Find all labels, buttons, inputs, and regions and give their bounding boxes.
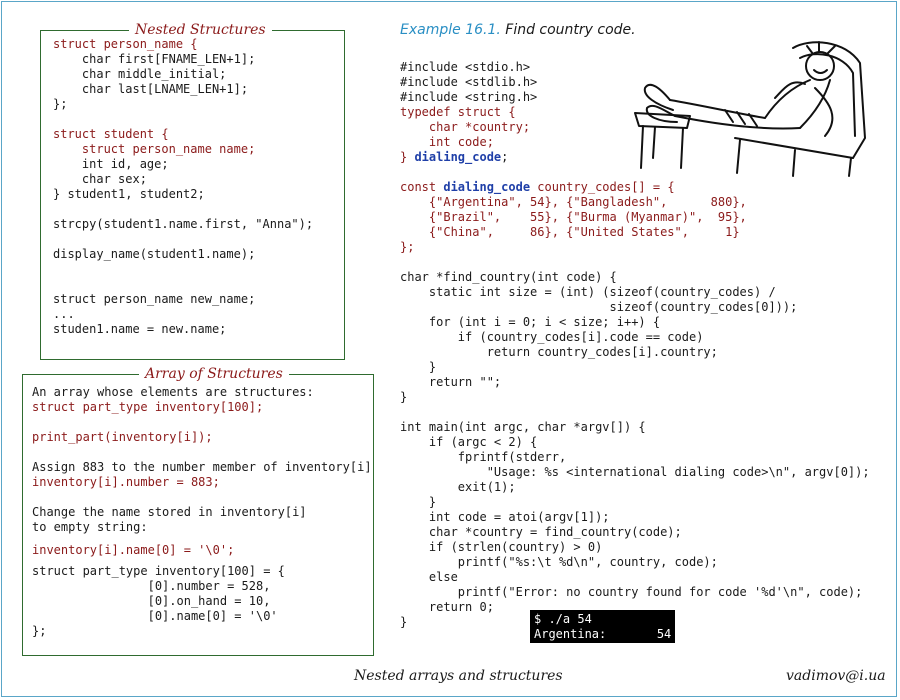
code-line: display_name(student1.name); bbox=[53, 247, 256, 261]
code-line: fprintf(stderr, bbox=[400, 450, 567, 464]
code-line: #include <string.h> bbox=[400, 90, 538, 104]
code-line: exit(1); bbox=[400, 480, 516, 494]
code-line: int main(int argc, char *argv[]) { bbox=[400, 420, 646, 434]
code-line: int code; bbox=[400, 135, 494, 149]
terminal-command: $ ./a 54 bbox=[534, 612, 592, 626]
code-line: char last[LNAME_LEN+1]; bbox=[53, 82, 249, 96]
footer-title: Nested arrays and structures bbox=[354, 668, 563, 684]
code-line: ... bbox=[53, 307, 75, 321]
code-line: printf("Error: no country found for code… bbox=[400, 585, 863, 599]
code-line: } dialing_code; bbox=[400, 150, 509, 164]
code-line: Change the name stored in inventory[i] bbox=[32, 505, 307, 519]
footer-author: vadimov@i.ua bbox=[786, 668, 886, 684]
code-line: Assign 883 to the number member of inven… bbox=[32, 460, 372, 474]
example-code-listing: #include <stdio.h> #include <stdlib.h> #in… bbox=[400, 60, 870, 630]
array-structures-title: Array of Structures bbox=[139, 366, 289, 382]
code-line: print_part(inventory[i]); bbox=[32, 430, 213, 444]
code-line: char *country = find_country(code); bbox=[400, 525, 682, 539]
code-line: studen1.name = new.name; bbox=[53, 322, 227, 336]
code-line: sizeof(country_codes[0])); bbox=[400, 300, 798, 314]
nested-structures-code: struct person_name { char first[FNAME_LE… bbox=[53, 37, 313, 337]
code-line: {"China", 86}, {"United States", 1} bbox=[400, 225, 740, 239]
code-line: } bbox=[400, 360, 437, 374]
code-line: }; bbox=[53, 97, 68, 111]
nested-structures-title: Nested Structures bbox=[129, 22, 272, 38]
code-line: }; bbox=[32, 624, 47, 638]
code-line: [0].on_hand = 10, bbox=[32, 594, 271, 608]
code-line: char first[FNAME_LEN+1]; bbox=[53, 52, 256, 66]
terminal-output: $ ./a 54 Argentina: 54 bbox=[530, 610, 675, 643]
code-line: inventory[i].name[0] = '\0'; bbox=[32, 543, 235, 557]
code-line: int id, age; bbox=[53, 157, 169, 171]
code-line: return country_codes[i].country; bbox=[400, 345, 718, 359]
code-line: const dialing_code country_codes[] = { bbox=[400, 180, 675, 194]
code-line: char sex; bbox=[53, 172, 147, 186]
example-heading: Example 16.1. Find country code. bbox=[400, 22, 636, 38]
nested-structures-box: Nested Structures struct person_name { c… bbox=[40, 22, 345, 360]
example-number: Example 16.1. bbox=[400, 22, 501, 38]
array-structures-box: Array of Structures An array whose eleme… bbox=[22, 366, 374, 656]
code-line: char *find_country(int code) { bbox=[400, 270, 617, 284]
code-line: struct person_name new_name; bbox=[53, 292, 256, 306]
code-line: #include <stdlib.h> bbox=[400, 75, 538, 89]
code-line: struct part_type inventory[100] = { bbox=[32, 564, 285, 578]
code-line: struct person_name { bbox=[53, 37, 198, 51]
code-line: "Usage: %s <international dialing code>\… bbox=[400, 465, 870, 479]
array-structures-code: An array whose elements are structures: s… bbox=[32, 385, 372, 639]
code-line: for (int i = 0; i < size; i++) { bbox=[400, 315, 661, 329]
terminal-result: Argentina: 54 bbox=[534, 627, 672, 641]
code-line: if (strlen(country) > 0) bbox=[400, 540, 603, 554]
code-line: An array whose elements are structures: bbox=[32, 385, 314, 399]
code-line: else bbox=[400, 570, 458, 584]
code-line: char *country; bbox=[400, 120, 531, 134]
code-line: if (argc < 2) { bbox=[400, 435, 538, 449]
code-line: } bbox=[400, 390, 408, 404]
code-line: }; bbox=[400, 240, 415, 254]
code-line: strcpy(student1.name.first, "Anna"); bbox=[53, 217, 314, 231]
code-line: {"Brazil", 55}, {"Burma (Myanmar)", 95}, bbox=[400, 210, 747, 224]
code-line: #include <stdio.h> bbox=[400, 60, 531, 74]
code-line: typedef struct { bbox=[400, 105, 516, 119]
code-line: int code = atoi(argv[1]); bbox=[400, 510, 610, 524]
code-line: struct part_type inventory[100]; bbox=[32, 400, 264, 414]
code-line: [0].name[0] = '\0' bbox=[32, 609, 278, 623]
code-line: } student1, student2; bbox=[53, 187, 205, 201]
code-line: to empty string: bbox=[32, 520, 148, 534]
code-line: if (country_codes[i].code == code) bbox=[400, 330, 704, 344]
code-line: } bbox=[400, 495, 437, 509]
code-line: static int size = (int) (sizeof(country_… bbox=[400, 285, 776, 299]
code-line: char middle_initial; bbox=[53, 67, 227, 81]
code-line: struct student { bbox=[53, 127, 169, 141]
code-line: struct person_name name; bbox=[53, 142, 256, 156]
code-line: return ""; bbox=[400, 375, 502, 389]
code-line: inventory[i].number = 883; bbox=[32, 475, 220, 489]
code-line: printf("%s:\t %d\n", country, code); bbox=[400, 555, 718, 569]
code-line: [0].number = 528, bbox=[32, 579, 271, 593]
code-line: {"Argentina", 54}, {"Bangladesh", 880}, bbox=[400, 195, 747, 209]
